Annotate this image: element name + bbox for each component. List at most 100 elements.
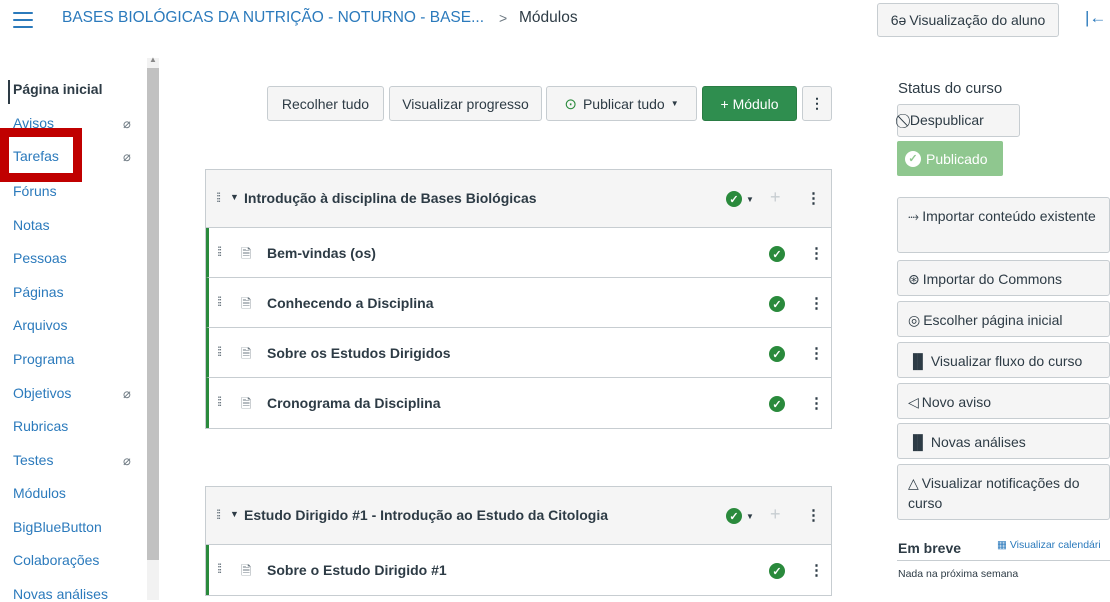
- sidebar-button-visualizar-fluxo-do-curso[interactable]: ▐▌ Visualizar fluxo do curso: [897, 342, 1110, 378]
- view-calendar-link[interactable]: ▦ Visualizar calendári: [997, 539, 1101, 551]
- page-icon: 🗎: [241, 563, 252, 578]
- module: ⁞⁞ ▼ Introdução à disciplina de Bases Biol…: [205, 169, 832, 429]
- published-check-icon[interactable]: ✓: [769, 563, 785, 579]
- sidebar-button-label: Visualizar notificações do curso: [908, 475, 1080, 511]
- student-view-button[interactable]: 6ə Visualização do aluno: [877, 3, 1059, 37]
- published-label: Publicado: [926, 150, 988, 167]
- published-button[interactable]: ✓ Publicado: [897, 141, 1003, 176]
- module-options-icon[interactable]: ⋮: [806, 189, 821, 207]
- nav-item-colabora-es[interactable]: Colaborações: [13, 552, 99, 568]
- item-options-icon[interactable]: ⋮: [809, 344, 824, 362]
- module: ⁞⁞ ▼ Estudo Dirigido #1 - Introdução ao Es…: [205, 486, 832, 596]
- more-options-icon[interactable]: ⋮: [802, 86, 832, 121]
- collapse-triangle-icon[interactable]: ▼: [230, 192, 239, 202]
- nav-scrollbar-thumb[interactable]: [147, 68, 159, 560]
- nav-item-notas[interactable]: Notas: [13, 217, 50, 233]
- module-item-title[interactable]: Bem-vindas (os): [267, 245, 376, 261]
- drag-handle-icon[interactable]: ⁞⁞: [217, 561, 222, 576]
- unpublish-button[interactable]: ⃠ Despublicar: [897, 104, 1020, 137]
- breadcrumb-separator-icon: >: [499, 10, 508, 26]
- sidebar-button-visualizar-notificacoes-do-curso[interactable]: △ Visualizar notificações do curso: [897, 464, 1110, 520]
- hidden-eye-icon: ⌀: [123, 116, 131, 131]
- view-progress-button[interactable]: Visualizar progresso: [389, 86, 542, 121]
- breadcrumb-current-page: Módulos: [519, 9, 578, 26]
- module-item[interactable]: ⁞⁞ 🗎 Bem-vindas (os) ✓ ⋮: [206, 228, 831, 278]
- publish-caret-icon[interactable]: ▼: [746, 512, 754, 521]
- module-item-title[interactable]: Conhecendo a Disciplina: [267, 295, 433, 311]
- published-check-icon[interactable]: ✓: [769, 396, 785, 412]
- sidebar-button-novas-analises[interactable]: ▐▌ Novas análises: [897, 423, 1110, 459]
- module-header[interactable]: ⁞⁞ ▼ Estudo Dirigido #1 - Introdução ao Es…: [206, 487, 831, 545]
- nav-item-p-gina-inicial[interactable]: Página inicial: [13, 81, 102, 97]
- hidden-eye-icon: ⌀: [123, 386, 131, 401]
- hamburger-menu-icon[interactable]: [13, 12, 33, 28]
- collapse-triangle-icon[interactable]: ▼: [230, 509, 239, 519]
- dropdown-caret-icon: ▼: [670, 99, 679, 108]
- nav-item-arquivos[interactable]: Arquivos: [13, 317, 67, 333]
- sidebar-button-label: Novas análises: [930, 434, 1026, 450]
- item-options-icon[interactable]: ⋮: [809, 244, 824, 262]
- module-options-icon[interactable]: ⋮: [806, 506, 821, 524]
- nav-item-objetivos[interactable]: Objetivos: [13, 385, 71, 401]
- add-item-icon[interactable]: +: [770, 504, 781, 525]
- add-item-icon[interactable]: +: [770, 187, 781, 208]
- coming-up-divider: [897, 560, 1110, 561]
- sidebar-button-novo-aviso[interactable]: ◁ Novo aviso: [897, 383, 1110, 419]
- module-item[interactable]: ⁞⁞ 🗎 Conhecendo a Disciplina ✓ ⋮: [206, 278, 831, 328]
- glasses-icon: 6ə: [890, 12, 907, 28]
- sidebar-button-importar-conteudo-existente[interactable]: ⤑ Importar conteúdo existente: [897, 197, 1110, 253]
- module-header[interactable]: ⁞⁞ ▼ Introdução à disciplina de Bases Biol…: [206, 170, 831, 228]
- add-module-button[interactable]: + Módulo: [702, 86, 797, 121]
- module-item-title[interactable]: Sobre o Estudo Dirigido #1: [267, 562, 447, 578]
- module-item[interactable]: ⁞⁞ 🗎 Sobre o Estudo Dirigido #1 ✓ ⋮: [206, 545, 831, 595]
- coming-up-empty-text: Nada na próxima semana: [898, 568, 1019, 580]
- nav-item-m-dulos[interactable]: Módulos: [13, 485, 66, 501]
- item-options-icon[interactable]: ⋮: [809, 561, 824, 579]
- nav-item-p-ginas[interactable]: Páginas: [13, 284, 64, 300]
- published-check-icon[interactable]: ✓: [769, 296, 785, 312]
- published-check-icon[interactable]: ✓: [769, 346, 785, 362]
- sidebar-button-escolher-pagina-inicial[interactable]: ◎ Escolher página inicial: [897, 301, 1110, 337]
- publish-all-label: Publicar tudo: [582, 95, 665, 112]
- sidebar-button-icon: ◎: [908, 312, 921, 328]
- module-item-title[interactable]: Sobre os Estudos Dirigidos: [267, 345, 451, 361]
- collapse-all-button[interactable]: Recolher tudo: [267, 86, 384, 121]
- sidebar-button-label: Importar do Commons: [922, 271, 1063, 287]
- module-item-title[interactable]: Cronograma da Disciplina: [267, 395, 440, 411]
- module-item[interactable]: ⁞⁞ 🗎 Cronograma da Disciplina ✓ ⋮: [206, 378, 831, 428]
- nav-item-f-runs[interactable]: Fóruns: [13, 183, 57, 199]
- nav-item-bigbluebutton[interactable]: BigBlueButton: [13, 519, 102, 535]
- sidebar-button-icon: △: [908, 475, 919, 491]
- item-options-icon[interactable]: ⋮: [809, 394, 824, 412]
- collapse-sidebar-icon[interactable]: |←: [1085, 8, 1106, 28]
- sidebar-button-icon: ◁: [908, 394, 919, 410]
- sidebar-button-importar-do-commons[interactable]: ⊛ Importar do Commons: [897, 260, 1110, 296]
- nav-item-rubricas[interactable]: Rubricas: [13, 418, 68, 434]
- page-icon: 🗎: [241, 246, 252, 261]
- sidebar-button-icon: ⊛: [908, 271, 920, 287]
- sidebar-button-label: Escolher página inicial: [923, 312, 1063, 328]
- published-check-icon[interactable]: ✓: [726, 508, 742, 524]
- nav-item-programa[interactable]: Programa: [13, 351, 74, 367]
- publish-caret-icon[interactable]: ▼: [746, 195, 754, 204]
- item-options-icon[interactable]: ⋮: [809, 294, 824, 312]
- nav-item-testes[interactable]: Testes: [13, 452, 53, 468]
- sidebar-button-label: Importar conteúdo existente: [922, 208, 1096, 224]
- module-item[interactable]: ⁞⁞ 🗎 Sobre os Estudos Dirigidos ✓ ⋮: [206, 328, 831, 378]
- drag-handle-icon[interactable]: ⁞⁞: [217, 344, 222, 359]
- published-check-icon[interactable]: ✓: [769, 246, 785, 262]
- coming-up-title: Em breve: [898, 540, 962, 556]
- sidebar-button-icon: ▐▌: [908, 434, 928, 450]
- nav-active-indicator: [8, 80, 10, 104]
- nav-item-pessoas[interactable]: Pessoas: [13, 250, 67, 266]
- publish-all-button[interactable]: ⊙ Publicar tudo ▼: [546, 86, 697, 121]
- drag-handle-icon[interactable]: ⁞⁞: [217, 244, 222, 259]
- breadcrumb-course-link[interactable]: BASES BIOLÓGICAS DA NUTRIÇÃO - NOTURNO -…: [62, 9, 484, 27]
- drag-handle-icon[interactable]: ⁞⁞: [217, 294, 222, 309]
- drag-handle-icon[interactable]: ⁞⁞: [217, 394, 222, 409]
- drag-handle-icon[interactable]: ⁞⁞: [216, 190, 221, 205]
- scroll-up-arrow-icon[interactable]: ▲: [149, 55, 157, 64]
- drag-handle-icon[interactable]: ⁞⁞: [216, 507, 221, 522]
- published-check-icon[interactable]: ✓: [726, 191, 742, 207]
- student-view-label: Visualização do aluno: [909, 12, 1046, 28]
